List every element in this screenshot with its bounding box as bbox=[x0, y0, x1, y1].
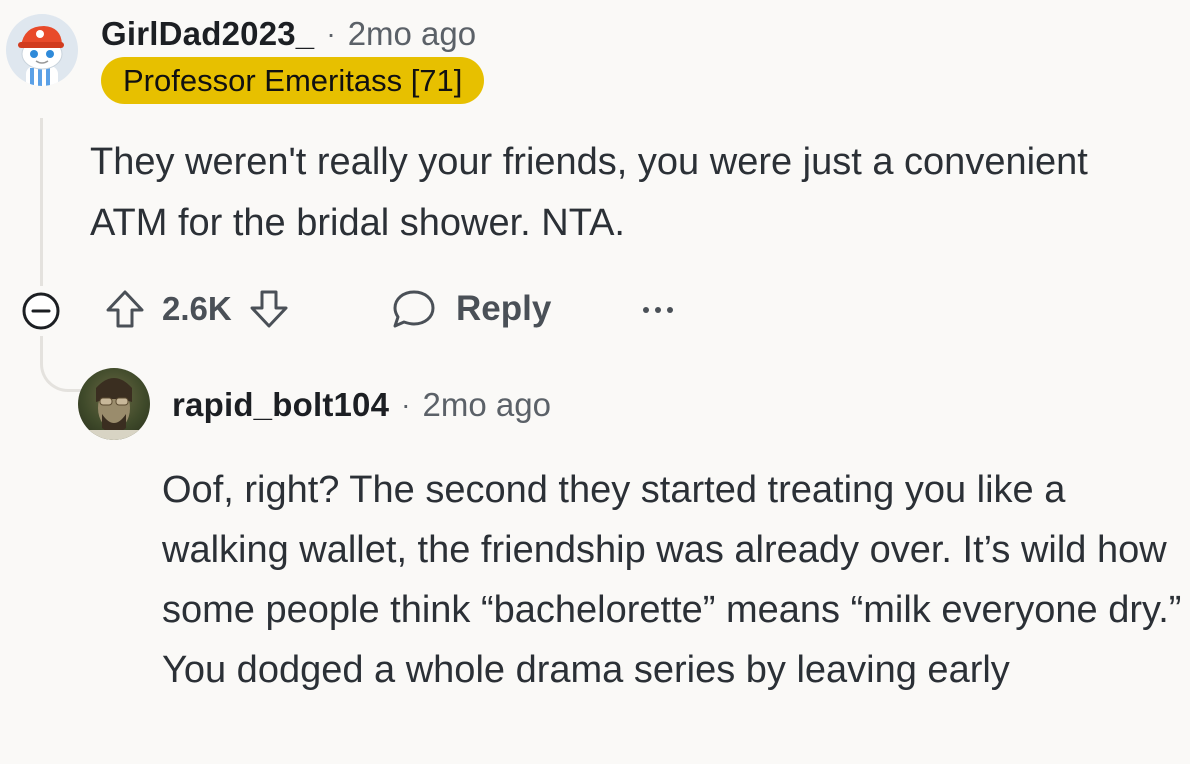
reply-avatar[interactable] bbox=[78, 368, 150, 440]
reply-timestamp[interactable]: 2mo ago bbox=[423, 386, 551, 424]
reply-button[interactable]: Reply bbox=[390, 286, 551, 332]
profile-photo-icon bbox=[88, 378, 140, 440]
comment-timestamp[interactable]: 2mo ago bbox=[348, 15, 476, 53]
upvote-arrow-icon bbox=[106, 290, 144, 328]
comment-body: They weren't really your friends, you we… bbox=[90, 141, 1088, 244]
collapse-button[interactable] bbox=[20, 290, 62, 337]
snoo-avatar-icon bbox=[6, 14, 78, 86]
speech-bubble-icon bbox=[393, 290, 435, 328]
thread-line-branch bbox=[40, 336, 82, 392]
more-options-button[interactable] bbox=[640, 292, 676, 328]
reply-label: Reply bbox=[456, 289, 552, 328]
reply-username[interactable]: rapid_bolt104 bbox=[172, 386, 389, 424]
collapse-minus-icon bbox=[22, 292, 60, 330]
downvote-arrow-icon bbox=[250, 290, 288, 328]
reply-body: Oof, right? The second they started trea… bbox=[162, 469, 1182, 691]
reply-header: rapid_bolt104 · 2mo ago bbox=[172, 383, 551, 427]
ellipsis-icon bbox=[643, 307, 673, 313]
comment-header: GirlDad2023_ · 2mo ago bbox=[101, 12, 476, 56]
user-flair-badge: Professor Emeritass [71] bbox=[101, 57, 485, 104]
vote-score: 2.6K bbox=[162, 290, 232, 327]
header-separator: · bbox=[326, 18, 336, 49]
upvote-button[interactable] bbox=[102, 286, 148, 332]
thread-line-top bbox=[40, 118, 43, 286]
reply-header-separator: · bbox=[401, 389, 411, 420]
comment-username[interactable]: GirlDad2023_ bbox=[101, 15, 314, 53]
avatar[interactable] bbox=[6, 14, 78, 86]
vote-controls: 2.6K bbox=[102, 286, 292, 332]
downvote-button[interactable] bbox=[246, 286, 292, 332]
